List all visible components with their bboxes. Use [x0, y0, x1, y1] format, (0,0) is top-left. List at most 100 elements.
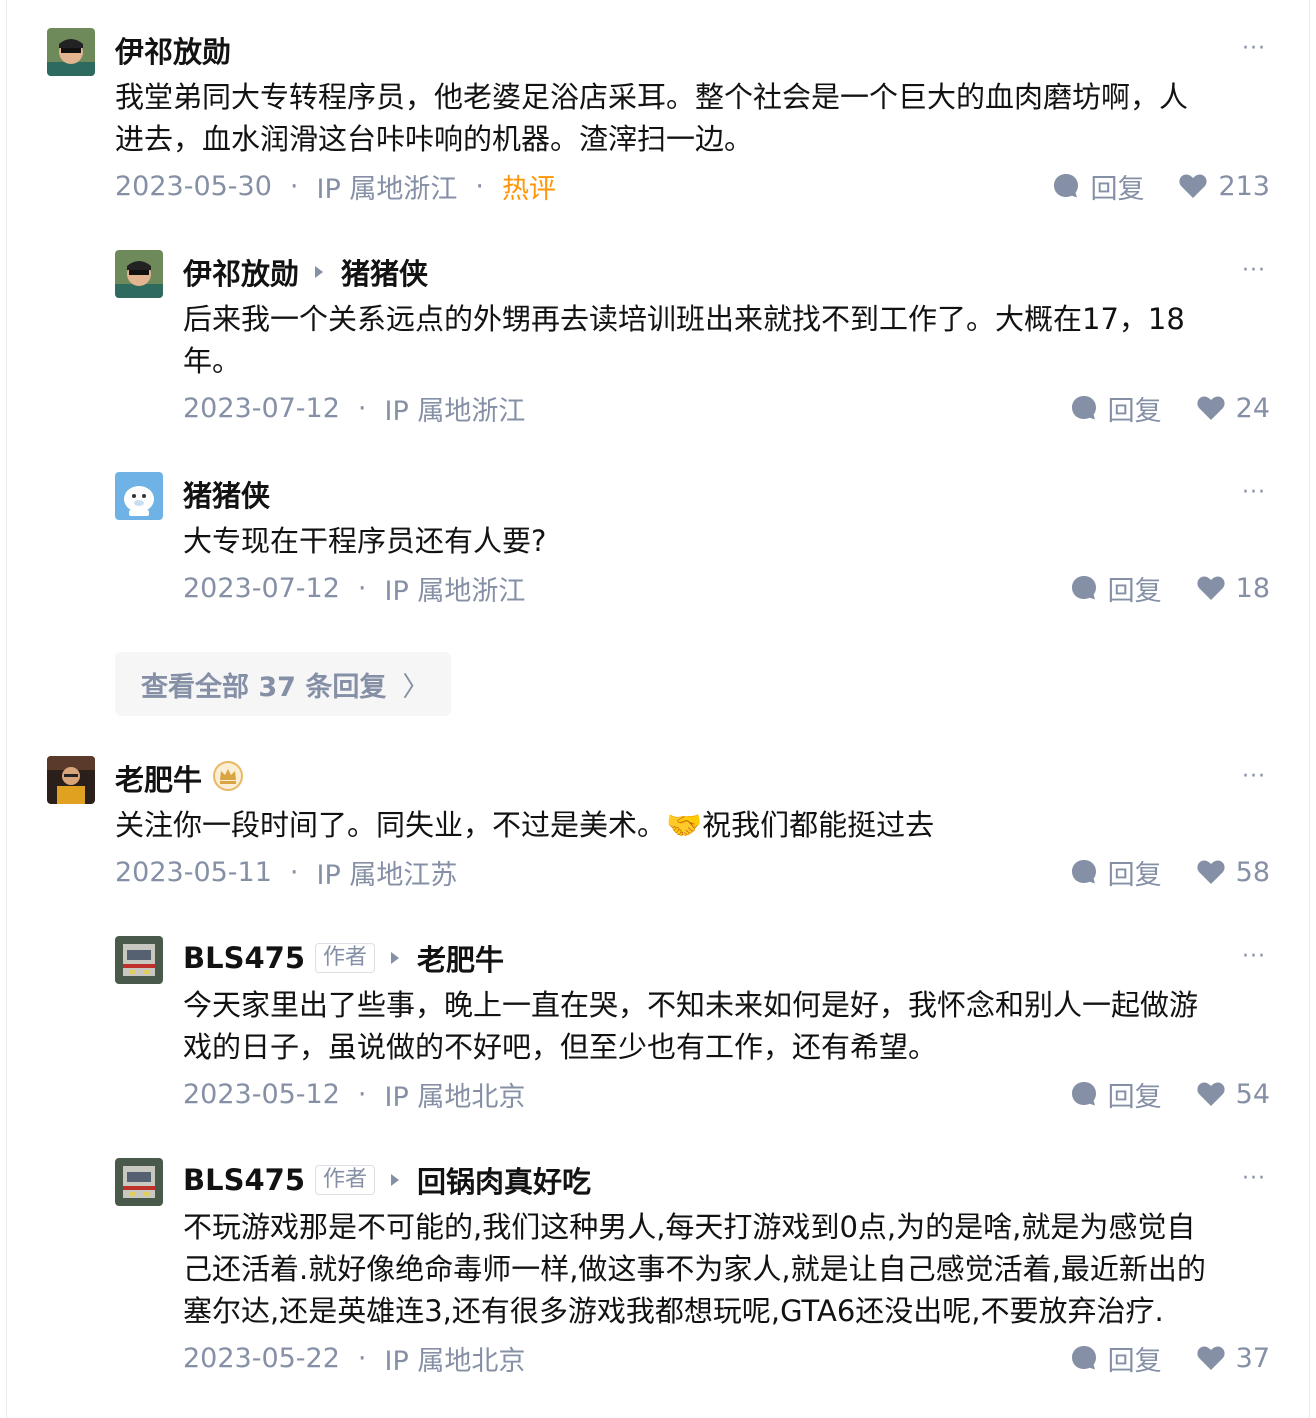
content-line: 大专现在干程序员还有人要?: [183, 524, 547, 558]
comment-actions: 回复 54: [1070, 1074, 1270, 1114]
comment-content: 我堂弟同大专转程序员，他老婆足浴店采耳。整个社会是一个巨大的血肉磨坊啊，人 进去…: [115, 76, 1265, 160]
reply-bubble-icon: [1071, 1082, 1096, 1106]
separator-dot: ·: [357, 1078, 367, 1110]
username[interactable]: 老肥牛: [115, 757, 202, 799]
content-line: 塞尔达,还是英雄连3,还有很多游戏我都想玩呢,GTA6还没出呢,不要放弃治疗.: [183, 1294, 1164, 1328]
reply-to-username[interactable]: 老肥牛: [417, 937, 504, 979]
more-options-icon[interactable]: ···: [1242, 480, 1266, 505]
comment-actions: 回复 18: [1070, 568, 1270, 608]
comment-content: 不玩游戏那是不可能的,我们这种男人,每天打游戏到0点,为的是啥,就是为感觉自 己…: [183, 1206, 1283, 1332]
username[interactable]: BLS475: [183, 941, 305, 975]
comment-content: 大专现在干程序员还有人要?: [183, 520, 1263, 562]
like-button[interactable]: 24: [1196, 393, 1270, 424]
comment-date: 2023-07-12: [183, 572, 340, 604]
reply-label: 回复: [1107, 575, 1162, 607]
content-line: 戏的日子，虽说做的不好吧，但至少也有工作，还有希望。: [183, 1030, 938, 1064]
comment-header: 猪猪侠: [183, 472, 270, 516]
comment-date: 2023-05-22: [183, 1342, 340, 1374]
user-avatar[interactable]: [47, 756, 95, 804]
reply-button[interactable]: 回复: [1070, 569, 1162, 608]
like-button[interactable]: 213: [1178, 171, 1270, 202]
ip-location: IP 属地浙江: [316, 173, 458, 205]
like-button[interactable]: 37: [1196, 1343, 1270, 1374]
comment-header: 老肥牛: [115, 756, 244, 800]
reply-button[interactable]: 回复: [1052, 167, 1144, 206]
view-all-replies-button[interactable]: 查看全部 37 条回复 〉: [115, 652, 451, 716]
more-options-icon[interactable]: ···: [1242, 258, 1266, 283]
username[interactable]: 伊祁放勋: [183, 251, 299, 293]
reply-button[interactable]: 回复: [1070, 853, 1162, 892]
heart-icon: [1197, 576, 1225, 600]
ip-location: IP 属地江苏: [316, 859, 458, 891]
comment-date: 2023-07-12: [183, 392, 340, 424]
ip-location: IP 属地北京: [384, 1345, 526, 1377]
reply-arrow-icon: [391, 1174, 400, 1186]
reply-button[interactable]: 回复: [1070, 1339, 1162, 1378]
reply-bubble-icon: [1054, 174, 1079, 198]
content-line: 今天家里出了些事，晚上一直在哭，不知未来如何是好，我怀念和别人一起做游: [183, 988, 1199, 1022]
chevron-right-icon: 〉: [402, 671, 430, 703]
comment-date: 2023-05-30: [115, 170, 272, 202]
user-avatar[interactable]: [47, 28, 95, 76]
reply-button[interactable]: 回复: [1070, 389, 1162, 428]
reply-to-username[interactable]: 回锅肉真好吃: [417, 1159, 591, 1201]
user-avatar[interactable]: [115, 936, 163, 984]
reply-bubble-icon: [1071, 576, 1096, 600]
like-button[interactable]: 58: [1196, 857, 1270, 888]
more-options-icon[interactable]: ···: [1242, 36, 1266, 61]
reply-label: 回复: [1090, 173, 1145, 205]
more-options-icon[interactable]: ···: [1242, 944, 1266, 969]
content-line: 不玩游戏那是不可能的,我们这种男人,每天打游戏到0点,为的是啥,就是为感觉自: [183, 1210, 1196, 1244]
comment-meta: 2023-05-30 · IP 属地浙江 · 热评: [115, 166, 556, 206]
comment-date: 2023-05-11: [115, 856, 272, 888]
content-line: 进去，血水润滑这台咔咔响的机器。渣滓扫一边。: [115, 122, 754, 156]
separator-dot: ·: [289, 170, 299, 202]
reply-bubble-icon: [1071, 860, 1096, 884]
like-count: 37: [1235, 1342, 1270, 1374]
reply-button[interactable]: 回复: [1070, 1075, 1162, 1114]
comment-header: BLS475 作者 老肥牛: [183, 936, 504, 980]
separator-dot: ·: [357, 572, 367, 604]
user-avatar[interactable]: [115, 250, 163, 298]
username[interactable]: 伊祁放勋: [115, 29, 231, 71]
separator-dot: ·: [289, 856, 299, 888]
author-badge: 作者: [315, 1165, 376, 1195]
comment-meta: 2023-05-11 · IP 属地江苏: [115, 852, 457, 892]
author-badge: 作者: [315, 943, 376, 973]
comment-actions: 回复 58: [1070, 852, 1270, 892]
reply-arrow-icon: [315, 266, 324, 278]
user-avatar[interactable]: [115, 472, 163, 520]
like-count: 54: [1235, 1078, 1270, 1110]
comment-meta: 2023-07-12 · IP 属地浙江: [183, 568, 525, 608]
reply-label: 回复: [1107, 859, 1162, 891]
content-line: 关注你一段时间了。同失业，不过是美术。🤝祝我们都能挺过去: [115, 808, 935, 842]
like-button[interactable]: 54: [1196, 1079, 1270, 1110]
content-line: 后来我一个关系远点的外甥再去读培训班出来就找不到工作了。大概在17，18: [183, 302, 1185, 336]
content-line: 己还活着.就好像绝命毒师一样,做这事不为家人,就是让自己感觉活着,最近新出的: [183, 1252, 1206, 1286]
hot-comment-tag: 热评: [501, 173, 556, 205]
username[interactable]: 猪猪侠: [183, 473, 270, 515]
separator-dot: ·: [475, 170, 484, 202]
separator-dot: ·: [357, 1342, 367, 1374]
content-line: 年。: [183, 344, 242, 378]
comment-actions: 回复 213: [1052, 166, 1270, 206]
username[interactable]: BLS475: [183, 1163, 305, 1197]
reply-label: 回复: [1107, 1081, 1162, 1113]
more-options-icon[interactable]: ···: [1242, 764, 1266, 789]
heart-icon: [1197, 1346, 1225, 1370]
comment-actions: 回复 24: [1070, 388, 1270, 428]
crown-badge-icon: [212, 760, 244, 796]
like-button[interactable]: 18: [1196, 573, 1270, 604]
ip-location: IP 属地浙江: [384, 575, 526, 607]
reply-arrow-icon: [391, 952, 400, 964]
like-count: 213: [1218, 170, 1270, 202]
more-options-icon[interactable]: ···: [1242, 1166, 1266, 1191]
reply-bubble-icon: [1071, 396, 1096, 420]
comment-meta: 2023-05-22 · IP 属地北京: [183, 1338, 525, 1378]
ip-location: IP 属地浙江: [384, 395, 526, 427]
user-avatar[interactable]: [115, 1158, 163, 1206]
like-count: 58: [1235, 856, 1270, 888]
reply-to-username[interactable]: 猪猪侠: [341, 251, 428, 293]
reply-label: 回复: [1107, 395, 1162, 427]
comment-content: 今天家里出了些事，晚上一直在哭，不知未来如何是好，我怀念和别人一起做游 戏的日子…: [183, 984, 1273, 1068]
